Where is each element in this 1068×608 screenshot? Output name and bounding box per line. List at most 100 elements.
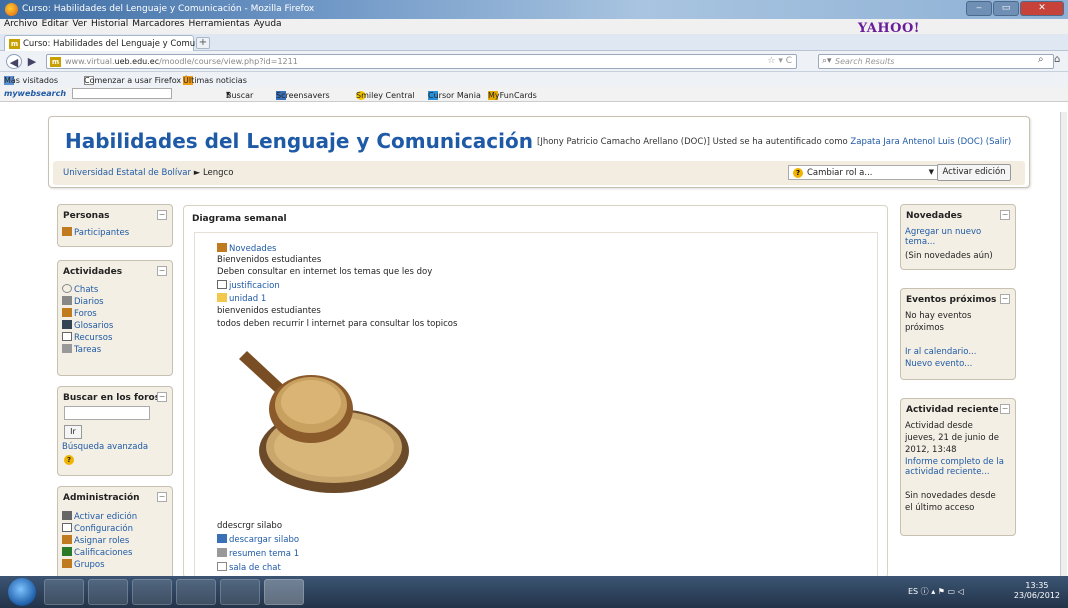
nuevo-evento-link[interactable]: Nuevo evento... [905,359,972,369]
forum-search-input[interactable] [64,406,150,420]
actividad-chats[interactable]: Chats [62,284,98,295]
menu-archivo[interactable]: Archivo [4,19,38,29]
menu-historial[interactable]: Historial [91,19,128,29]
reciente-text: 2012, 13:48 [905,445,957,455]
url-bar[interactable]: m www.virtual.ueb.edu.ec/moodle/course/v… [46,54,797,69]
block-administracion: Administración − Activar edición Configu… [57,486,173,578]
summary-line: bienvenidos estudiantes [217,306,321,316]
actividad-glosarios[interactable]: Glosarios [62,320,113,331]
tab-course[interactable]: m Curso: Habilidades del Lenguaje y Comu… [4,35,203,51]
close-button[interactable]: ✕ [1020,1,1064,16]
menu-ver[interactable]: Ver [72,19,87,29]
admin-activar-edicion[interactable]: Activar edición [62,511,137,522]
eventos-empty: No hay eventos [905,311,972,321]
bookmark-star-icon[interactable]: ☆ ▾ C [767,56,792,66]
collapse-icon[interactable]: − [157,392,167,402]
reciente-text: Sin novedades desde [905,491,996,501]
help-icon[interactable]: ? [793,168,803,178]
clock[interactable]: 13:35 23/06/2012 [1014,581,1060,601]
user-link[interactable]: Zapata Jara Antenol Luis (DOC) [850,137,983,147]
mywebsearch-logo: mywebsearch [4,89,67,98]
role-select[interactable]: ? Cambiar rol a... ▼ [788,165,938,180]
seeds-photo [239,351,409,493]
explorer-icon[interactable] [44,579,84,605]
agregar-tema-link[interactable]: Agregar un nuevo tema... [905,227,981,247]
collapse-icon[interactable]: − [157,492,167,502]
moodle-favicon: m [50,57,61,67]
reciente-text: jueves, 21 de junio de [905,433,999,443]
actividad-diarios[interactable]: Diarios [62,296,104,307]
collapse-icon[interactable]: − [1000,404,1010,414]
collapse-icon[interactable]: − [157,266,167,276]
assignment-icon [62,344,72,353]
forward-arrow-icon[interactable]: ▶ [24,54,40,69]
glossary-icon [62,320,72,329]
start-button[interactable] [8,578,36,606]
window-title-bar: Curso: Habilidades del Lenguaje y Comuni… [0,0,1068,19]
descargar-silabo-link[interactable]: descargar silabo [217,534,299,545]
admin-configuracion[interactable]: Configuración [62,523,133,534]
informe-completo-link[interactable]: Informe completo de la actividad reciente… [905,457,1004,477]
system-tray: ES ⓘ ▴ ⚑ ▭ ◁ [908,587,964,596]
actividad-foros[interactable]: Foros [62,308,97,319]
screensavers-link[interactable]: Screensavers ▾ [276,89,330,100]
resumen-tema-link[interactable]: resumen tema 1 [217,548,299,559]
busqueda-avanzada-link[interactable]: Búsqueda avanzada [62,442,148,452]
maximize-button[interactable]: ▭ [993,1,1019,16]
summary-line: Bienvenidos estudiantes [217,255,322,265]
actividad-recursos[interactable]: Recursos [62,332,112,343]
new-tab-button[interactable]: + [196,37,210,49]
collapse-icon[interactable]: − [1000,210,1010,220]
participantes-link[interactable]: Participantes [62,227,129,238]
search-placeholder: Search Results [835,57,895,66]
resource-icon [62,332,72,341]
mywebsearch-input[interactable] [72,88,172,99]
actividad-tareas[interactable]: Tareas [62,344,101,355]
journal-icon [62,296,72,305]
admin-grupos[interactable]: Grupos [62,559,105,570]
justificacion-link[interactable]: justificacion [217,280,280,291]
navigation-bar: ◀ ▶ m www.virtual.ueb.edu.ec/moodle/cour… [0,51,1068,72]
menu-marcadores[interactable]: Marcadores [132,19,184,29]
language-indicator[interactable]: ES [908,587,918,596]
activar-edicion-button[interactable]: Activar edición [937,164,1011,181]
paint-icon[interactable] [220,579,260,605]
course-header: Habilidades del Lenguaje y Comunicación … [48,116,1030,188]
search-box[interactable]: ⌕▾ Search Results [818,54,1054,69]
media-player-icon[interactable] [88,579,128,605]
home-icon[interactable]: ⌂ [1054,54,1060,65]
breadcrumb-site[interactable]: Universidad Estatal de Bolívar [63,168,191,178]
search-icon[interactable]: ⌕ [1038,54,1044,65]
logout-link[interactable]: (Salir) [986,137,1011,147]
admin-asignar-roles[interactable]: Asignar roles [62,535,129,546]
weekly-outline: Novedades Bienvenidos estudiantes Deben … [194,232,878,579]
myfuncards-link[interactable]: MyFunCards ▾ [488,89,537,100]
window-title: Curso: Habilidades del Lenguaje y Comuni… [22,4,315,14]
sala-chat-link[interactable]: sala de chat [217,562,281,573]
unidad-link[interactable]: unidad 1 [217,293,266,304]
menu-herramientas[interactable]: Herramientas [188,19,249,29]
skype-icon[interactable] [176,579,216,605]
chat-icon [62,284,72,293]
reciente-text: Actividad desde [905,421,973,431]
novedades-forum-link[interactable]: Novedades [217,243,276,254]
menu-editar[interactable]: Editar [42,19,69,29]
ir-button[interactable]: Ir [64,425,82,439]
menu-ayuda[interactable]: Ayuda [254,19,282,29]
minimize-button[interactable]: ‒ [966,1,992,16]
collapse-icon[interactable]: − [157,210,167,220]
eventos-empty: próximos [905,323,944,333]
buscar-button[interactable]: ⌕ Buscar ▾ [226,89,253,100]
collapse-icon[interactable]: − [1000,294,1010,304]
page-scrollbar[interactable] [1060,112,1067,576]
firefox-taskbar-icon[interactable] [264,579,304,605]
help-icon[interactable]: ? [64,455,74,465]
search-engine-icon[interactable]: ⌕▾ [822,56,832,66]
people-icon [62,227,72,236]
back-arrow-icon[interactable]: ◀ [6,54,22,69]
admin-calificaciones[interactable]: Calificaciones [62,547,132,558]
word-icon[interactable] [132,579,172,605]
tab-label: Curso: Habilidades del Lenguaje y Comu..… [23,39,204,49]
calendario-link[interactable]: Ir al calendario... [905,347,976,357]
block-buscar-foros: Buscar en los foros − Ir Búsqueda avanza… [57,386,173,476]
